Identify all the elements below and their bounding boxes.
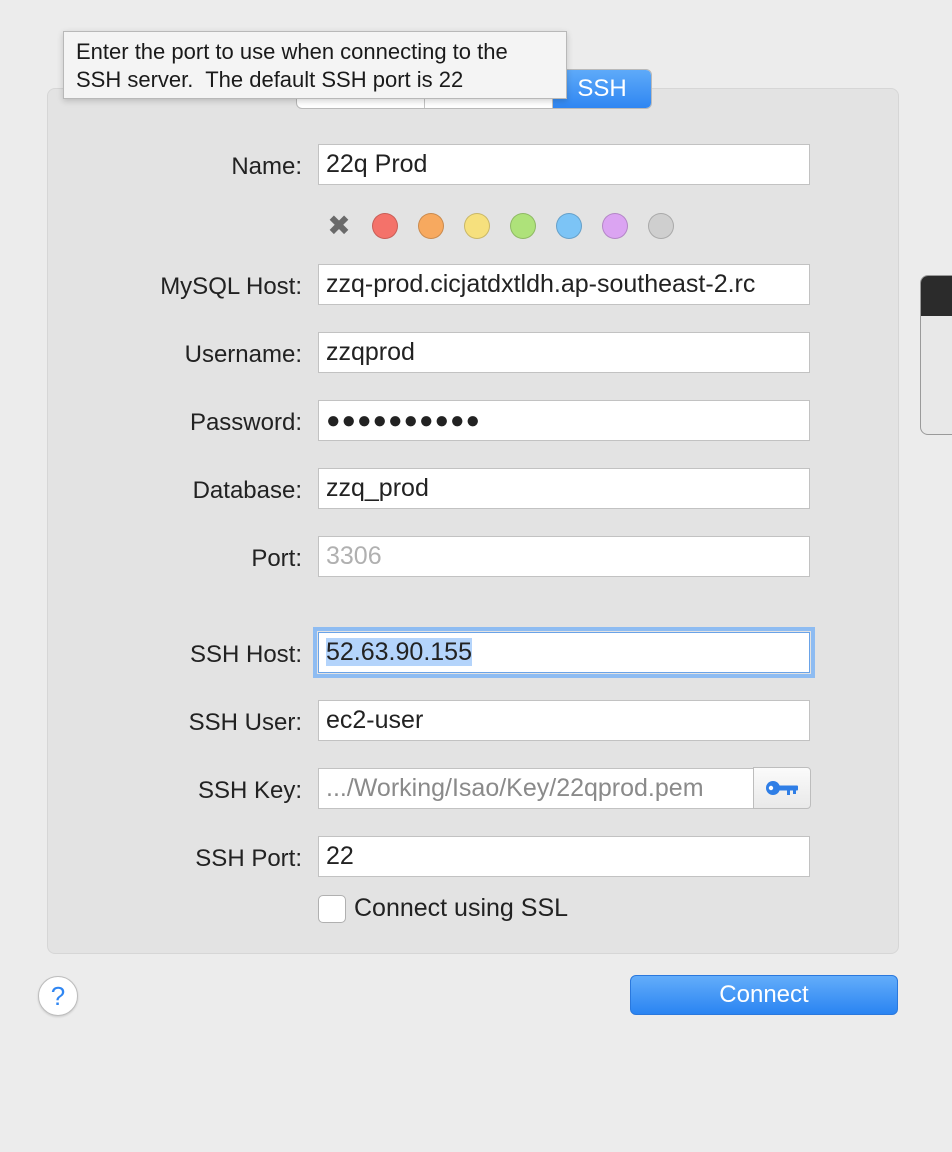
password-field[interactable]: ●●●●●●●●●● <box>318 400 810 441</box>
ssh-key-label: SSH Key: <box>197 777 302 804</box>
ssh-key-field[interactable]: .../Working/Isao/Key/22qprod.pem <box>318 768 754 809</box>
ssh-host-selected-text: 52.63.90.155 <box>326 638 472 666</box>
connect-button[interactable]: Connect <box>630 975 898 1015</box>
color-swatch-red[interactable] <box>372 213 398 239</box>
port-tooltip: Enter the port to use when connecting to… <box>63 31 567 99</box>
ssh-port-label: SSH Port: <box>195 845 302 872</box>
name-label: Name: <box>231 153 302 180</box>
password-label: Password: <box>189 409 302 436</box>
color-swatch-gray[interactable] <box>648 213 674 239</box>
ssh-user-label: SSH User: <box>188 709 302 736</box>
tooltip-line-2: SSH server. The default SSH port is 22 <box>76 67 464 92</box>
key-icon <box>766 781 798 795</box>
tooltip-line-1: Enter the port to use when connecting to… <box>76 39 508 64</box>
color-swatch-blue[interactable] <box>556 213 582 239</box>
mysql-host-field[interactable]: zzq-prod.cicjatdxtldh.ap-southeast-2.rc <box>318 264 810 305</box>
username-field[interactable]: zzqprod <box>318 332 810 373</box>
color-swatch-purple[interactable] <box>602 213 628 239</box>
color-swatch-yellow[interactable] <box>464 213 490 239</box>
no-color-x-icon[interactable]: ✖ <box>326 212 352 240</box>
choose-key-button[interactable] <box>753 767 811 809</box>
database-label: Database: <box>192 477 302 504</box>
database-field[interactable]: zzq_prod <box>318 468 810 509</box>
ssh-host-label: SSH Host: <box>189 641 302 668</box>
help-button[interactable]: ? <box>38 976 78 1016</box>
ssh-user-field[interactable]: ec2-user <box>318 700 810 741</box>
ssl-checkbox-label[interactable]: Connect using SSL <box>354 894 568 923</box>
username-label: Username: <box>184 341 302 368</box>
background-window-titlebar <box>921 276 952 316</box>
port-label: Port: <box>251 545 302 572</box>
ssh-host-field[interactable]: 52.63.90.155 <box>313 627 815 678</box>
color-swatch-green[interactable] <box>510 213 536 239</box>
ssl-checkbox[interactable] <box>318 895 346 923</box>
name-field[interactable]: 22q Prod <box>318 144 810 185</box>
port-field[interactable]: 3306 <box>318 536 810 577</box>
color-tag-picker: ✖ <box>326 212 694 240</box>
color-swatch-orange[interactable] <box>418 213 444 239</box>
tab-ssh[interactable]: SSH <box>553 70 651 108</box>
mysql-host-label: MySQL Host: <box>160 273 302 300</box>
ssh-port-field[interactable]: 22 <box>318 836 810 877</box>
background-window-edge <box>920 275 952 435</box>
